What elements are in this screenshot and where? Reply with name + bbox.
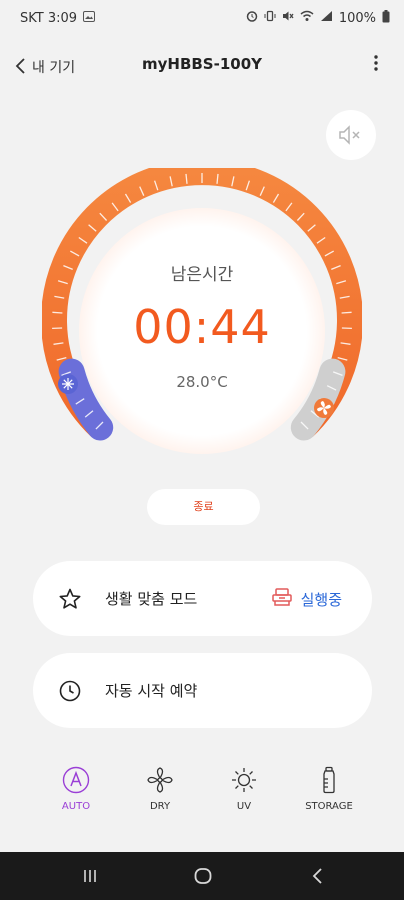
mute-button[interactable] xyxy=(326,110,376,160)
tab-auto[interactable]: AUTO xyxy=(41,758,111,820)
more-options-button[interactable] xyxy=(368,54,384,80)
lifestyle-mode-card[interactable]: 생활 맞춤 모드 실행중 xyxy=(33,561,372,636)
tab-uv-label: UV xyxy=(236,801,252,812)
running-status: 실행중 xyxy=(271,587,342,611)
heat-fan-icon xyxy=(314,398,334,418)
wifi-icon xyxy=(300,10,314,26)
timer-dial: 남은시간 00:44 28.0°C xyxy=(42,168,362,458)
recent-apps-button[interactable] xyxy=(70,862,110,890)
status-bar: SKT 3:09 100% xyxy=(0,0,404,36)
battery-icon xyxy=(382,9,390,27)
system-back-icon xyxy=(312,868,322,884)
star-icon xyxy=(58,587,82,611)
device-title: myHBBS-100Y xyxy=(141,55,263,73)
image-notification-icon xyxy=(83,11,96,25)
running-status-label: 실행중 xyxy=(300,590,342,609)
carrier-time: SKT 3:09 xyxy=(20,10,78,26)
speaker-mute-icon xyxy=(339,125,360,145)
mode-tabs: AUTO DRY UV STORAGE xyxy=(0,758,404,820)
fan-icon xyxy=(144,764,176,796)
tab-dry-label: DRY xyxy=(149,801,171,812)
tab-dry[interactable]: DRY xyxy=(125,758,195,820)
temperature-value: 28.0°C xyxy=(176,373,228,391)
vibrate-icon xyxy=(264,10,276,26)
bottle-icon xyxy=(313,764,345,796)
sun-icon xyxy=(228,764,260,796)
mute-status-icon xyxy=(282,10,294,26)
end-button[interactable]: 종료 xyxy=(147,489,260,525)
system-back-button[interactable] xyxy=(298,862,338,890)
home-icon xyxy=(194,868,212,884)
system-nav-bar xyxy=(0,852,404,900)
lifestyle-mode-label: 생활 맞춤 모드 xyxy=(105,590,198,608)
clock-icon xyxy=(58,679,82,703)
timer-value: 00:44 xyxy=(133,300,271,354)
recent-apps-icon xyxy=(84,870,96,882)
more-vert-icon xyxy=(374,55,378,71)
running-icon xyxy=(271,587,293,611)
auto-icon xyxy=(60,764,92,796)
auto-start-schedule-label: 자동 시작 예약 xyxy=(105,682,198,700)
tab-uv[interactable]: UV xyxy=(209,758,279,820)
tab-storage-label: STORAGE xyxy=(305,801,353,812)
remaining-time-label: 남은시간 xyxy=(170,265,234,285)
battery-percent: 100% xyxy=(338,10,376,26)
tab-auto-label: AUTO xyxy=(61,801,91,812)
alarm-icon xyxy=(246,10,258,26)
tab-storage[interactable]: STORAGE xyxy=(294,758,364,820)
app-header: 내 기기 myHBBS-100Y xyxy=(0,46,404,88)
auto-start-schedule-card[interactable]: 자동 시작 예약 xyxy=(33,653,372,728)
home-button[interactable] xyxy=(183,862,223,890)
signal-icon xyxy=(320,10,333,26)
